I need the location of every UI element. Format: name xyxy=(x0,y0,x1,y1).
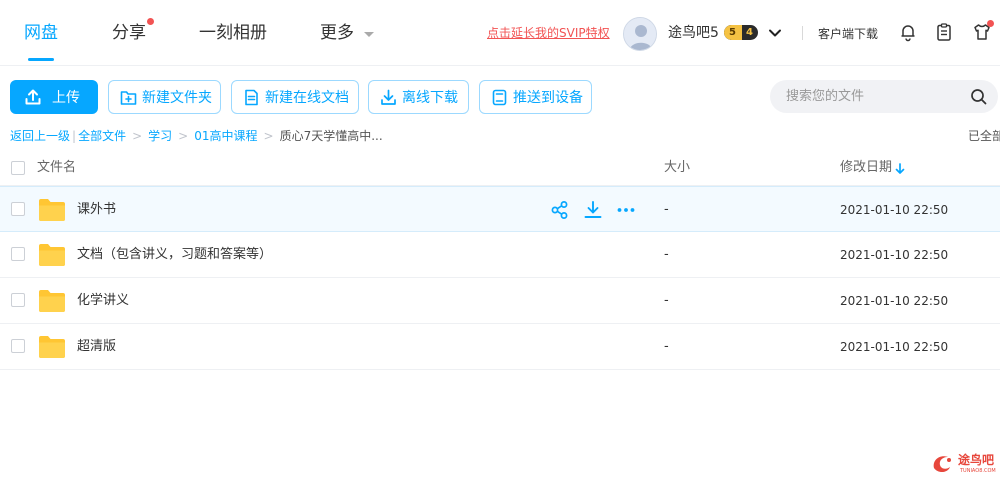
username[interactable]: 途鸟吧5 xyxy=(668,24,719,42)
file-name[interactable]: 文档（包含讲义，习题和答案等） xyxy=(77,246,272,264)
folder-icon xyxy=(39,199,65,221)
file-size: - xyxy=(664,293,669,308)
breadcrumb-current: 质心7天学懂高中... xyxy=(279,129,383,143)
upload-label: 上传 xyxy=(52,89,80,105)
column-header-size[interactable]: 大小 xyxy=(664,159,690,177)
table-row[interactable]: 课外书 - 2021-01-10 22:50 xyxy=(0,186,1000,232)
offline-download-label: 离线下载 xyxy=(402,89,458,105)
svip-renew-link[interactable]: 点击延长我的SVIP特权 xyxy=(487,25,610,41)
more-actions-icon[interactable] xyxy=(616,200,636,220)
clipboard-icon[interactable] xyxy=(934,22,954,42)
share-icon[interactable] xyxy=(550,200,570,220)
download-icon[interactable] xyxy=(583,200,603,220)
push-to-device-button[interactable]: 推送到设备 xyxy=(479,80,592,114)
tab-share[interactable]: 分享 xyxy=(112,20,146,46)
client-download-link[interactable]: 客户端下载 xyxy=(818,26,878,42)
breadcrumb-arrow-icon: > xyxy=(132,129,143,143)
file-size: - xyxy=(664,339,669,354)
search-icon[interactable] xyxy=(970,88,987,105)
file-table-header: 文件名 大小 修改日期 xyxy=(0,150,1000,186)
table-row[interactable]: 文档（包含讲义，习题和答案等） - 2021-01-10 22:50 xyxy=(0,232,1000,278)
breadcrumb-arrow-icon: > xyxy=(263,129,274,143)
tuniao-logo-icon xyxy=(933,456,951,473)
file-modified-date: 2021-01-10 22:50 xyxy=(840,294,949,308)
new-folder-button[interactable]: 新建文件夹 xyxy=(108,80,221,114)
back-link[interactable]: 返回上一级 xyxy=(10,127,70,145)
chevron-down-icon[interactable] xyxy=(767,25,783,41)
folder-icon xyxy=(39,244,65,266)
file-name[interactable]: 化学讲义 xyxy=(77,292,129,310)
vip-level: 5 xyxy=(729,27,736,38)
tab-netdisk[interactable]: 网盘 xyxy=(24,20,58,46)
divider xyxy=(802,26,803,40)
avatar[interactable] xyxy=(623,17,657,51)
row-checkbox[interactable] xyxy=(11,202,25,216)
bell-icon[interactable] xyxy=(898,22,918,42)
offline-download-button[interactable]: 离线下载 xyxy=(368,80,469,114)
new-online-doc-button[interactable]: 新建在线文档 xyxy=(231,80,359,114)
search-input[interactable]: 搜索您的文件 xyxy=(770,80,998,113)
file-modified-date: 2021-01-10 22:50 xyxy=(840,248,949,262)
new-folder-icon xyxy=(120,91,137,105)
file-name[interactable]: 超清版 xyxy=(77,338,116,356)
push-to-device-label: 推送到设备 xyxy=(513,89,583,105)
more-caret-icon[interactable] xyxy=(364,32,374,37)
folder-icon xyxy=(39,290,65,312)
new-folder-label: 新建文件夹 xyxy=(142,89,212,105)
watermark-subtext: TUNIAO8.COM xyxy=(960,468,996,474)
table-row[interactable]: 化学讲义 - 2021-01-10 22:50 xyxy=(0,278,1000,324)
row-checkbox[interactable] xyxy=(11,247,25,261)
upload-button[interactable]: 上传 xyxy=(10,80,98,114)
svip-level-badge: 5 4 xyxy=(724,25,758,40)
device-icon xyxy=(492,89,507,106)
tab-more[interactable]: 更多 xyxy=(320,20,354,46)
file-name[interactable]: 课外书 xyxy=(77,201,116,219)
document-icon xyxy=(245,89,258,106)
breadcrumb-item[interactable]: 01高中课程 xyxy=(194,127,257,145)
folder-icon xyxy=(39,336,65,358)
file-modified-date: 2021-01-10 22:50 xyxy=(840,203,949,217)
select-all-checkbox[interactable] xyxy=(11,161,25,175)
file-size: - xyxy=(664,247,669,262)
top-navigation-bar: 网盘 分享 一刻相册 更多 点击延长我的SVIP特权 途鸟吧5 5 4 客户端下… xyxy=(0,0,1000,66)
watermark-text: 途鸟吧 xyxy=(958,453,995,467)
breadcrumb-item[interactable]: 全部文件 xyxy=(78,127,126,145)
vip-extra-level: 4 xyxy=(746,27,753,38)
watermark: 途鸟吧 TUNIAO8.COM xyxy=(930,450,1000,478)
file-size: - xyxy=(664,202,669,217)
sort-descending-icon[interactable] xyxy=(895,163,905,175)
loaded-status: 已全部 xyxy=(968,129,1000,143)
table-row[interactable]: 超清版 - 2021-01-10 22:50 xyxy=(0,324,1000,370)
download-icon xyxy=(381,89,396,105)
breadcrumb-arrow-icon: > xyxy=(178,129,189,143)
column-header-modified[interactable]: 修改日期 xyxy=(840,159,892,177)
file-modified-date: 2021-01-10 22:50 xyxy=(840,340,949,354)
search-placeholder: 搜索您的文件 xyxy=(786,89,865,104)
breadcrumb-divider: | xyxy=(72,129,77,143)
row-checkbox[interactable] xyxy=(11,293,25,307)
breadcrumb-item[interactable]: 学习 xyxy=(148,127,172,145)
share-notification-dot xyxy=(147,18,154,25)
new-online-doc-label: 新建在线文档 xyxy=(265,89,349,105)
breadcrumb: 返回上一级 | 全部文件 > 学习 >01高中课程 > 质心7天学懂高中... xyxy=(10,127,383,145)
tab-moment-album[interactable]: 一刻相册 xyxy=(199,20,267,46)
upload-icon xyxy=(25,89,41,105)
skin-notification-dot xyxy=(987,20,994,27)
column-header-name[interactable]: 文件名 xyxy=(37,159,76,177)
active-tab-underline xyxy=(28,58,54,61)
row-checkbox[interactable] xyxy=(11,339,25,353)
